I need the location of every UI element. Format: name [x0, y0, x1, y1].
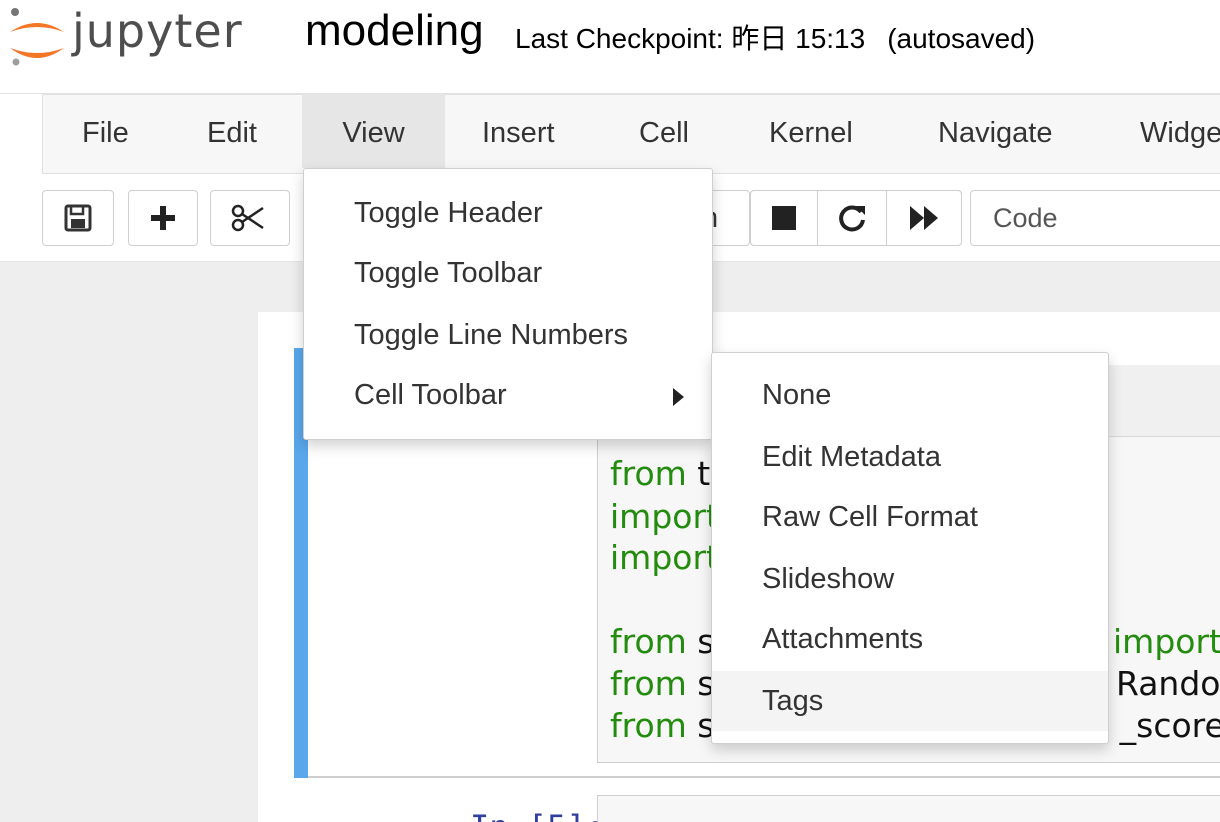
- code-line: import: [610, 538, 719, 577]
- restart-icon: [839, 205, 865, 232]
- submenu-item-raw-cell-format[interactable]: Raw Cell Format: [762, 501, 978, 534]
- menu-edit[interactable]: Edit: [207, 94, 257, 168]
- scissors-icon: [231, 204, 264, 232]
- stop-icon: [772, 206, 796, 230]
- menu-item-toggle-header[interactable]: Toggle Header: [354, 197, 543, 230]
- submenu-item-edit-metadata[interactable]: Edit Metadata: [762, 441, 941, 474]
- cut-button[interactable]: [210, 190, 290, 246]
- code-line: from s: [610, 706, 714, 745]
- restart-kernel-button[interactable]: [817, 190, 887, 246]
- code-keyword: from: [610, 622, 687, 661]
- code-keyword: from: [610, 664, 687, 703]
- checkpoint-label: Last Checkpoint: 昨日 15:13: [515, 23, 866, 54]
- save-icon: [64, 204, 92, 232]
- interrupt-kernel-button[interactable]: [750, 190, 818, 246]
- menu-file[interactable]: File: [82, 94, 129, 168]
- submenu-caret-icon: [673, 388, 684, 406]
- next-cell-input[interactable]: [597, 795, 1220, 822]
- notebook-title[interactable]: modeling: [305, 6, 484, 56]
- insert-cell-button[interactable]: [128, 190, 198, 246]
- cell-type-select[interactable]: Code: [970, 190, 1220, 246]
- menu-navigate[interactable]: Navigate: [938, 94, 1052, 168]
- code-line: import: [610, 497, 719, 536]
- autosave-status: (autosaved): [887, 23, 1036, 54]
- menu-kernel[interactable]: Kernel: [769, 94, 853, 168]
- logo-wordmark: jupyter: [72, 4, 243, 58]
- code-line: from s: [610, 622, 714, 661]
- submenu-item-attachments[interactable]: Attachments: [762, 623, 923, 656]
- code-text: t: [686, 454, 711, 493]
- code-line: from s: [610, 664, 714, 703]
- code-keyword: import: [610, 538, 719, 577]
- menu-item-toggle-toolbar[interactable]: Toggle Toolbar: [354, 257, 542, 290]
- submenu-item-slideshow[interactable]: Slideshow: [762, 563, 894, 596]
- restart-run-all-button[interactable]: [886, 190, 962, 246]
- fast-forward-icon: [910, 206, 938, 230]
- menu-insert[interactable]: Insert: [482, 94, 555, 168]
- menu-widgets[interactable]: Widge: [1140, 94, 1220, 168]
- submenu-item-none[interactable]: None: [762, 379, 831, 412]
- code-fragment: l _score: [1100, 706, 1220, 745]
- menu-cell[interactable]: Cell: [639, 94, 689, 168]
- save-button[interactable]: [42, 190, 114, 246]
- code-keyword: from: [610, 454, 687, 493]
- code-keyword: from: [610, 706, 687, 745]
- code-keyword: import: [610, 497, 719, 536]
- checkpoint-status: Last Checkpoint: 昨日 15:13 (autosaved): [515, 17, 1035, 57]
- menu-item-toggle-line-numbers[interactable]: Toggle Line Numbers: [354, 319, 628, 352]
- next-cell-prompt: In [5]:: [470, 808, 605, 822]
- menu-item-cell-toolbar[interactable]: Cell Toolbar: [354, 379, 507, 412]
- plus-icon: [151, 206, 175, 230]
- code-fragment-keyword: import: [1113, 622, 1220, 661]
- menu-view[interactable]: View: [302, 94, 445, 168]
- notebook-header: jupyter modeling Last Checkpoint: 昨日 15:…: [0, 0, 1220, 94]
- submenu-item-tags[interactable]: Tags: [762, 685, 823, 718]
- code-fragment: Rando: [1116, 664, 1220, 703]
- code-line: from t: [610, 454, 710, 493]
